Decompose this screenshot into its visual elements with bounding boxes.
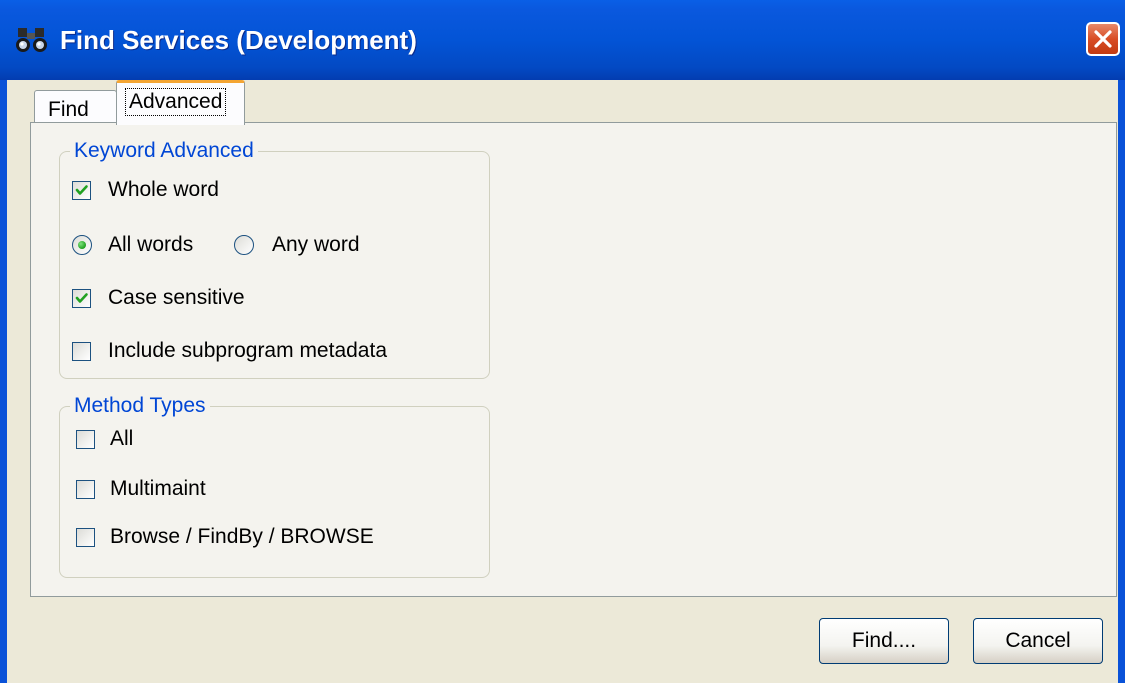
method-all-checkbox[interactable] [76, 430, 95, 449]
window-frame-right [1118, 80, 1125, 683]
multimaint-checkbox[interactable] [76, 480, 95, 499]
window-frame-left [0, 80, 7, 683]
whole-word-checkbox[interactable] [72, 181, 91, 200]
multimaint-label: Multimaint [110, 477, 206, 500]
check-icon [75, 293, 88, 303]
find-services-dialog: Find Services (Development) Find Advance… [0, 0, 1125, 683]
radio-selected-dot [78, 241, 86, 249]
keyword-advanced-legend: Keyword Advanced [70, 136, 258, 166]
case-sensitive-label: Case sensitive [108, 286, 245, 309]
case-sensitive-checkbox[interactable] [72, 289, 91, 308]
any-word-label: Any word [272, 233, 360, 256]
tab-advanced-label: Advanced [125, 88, 227, 116]
method-types-group: Method Types All Multimaint Browse / Fin… [59, 391, 490, 578]
keyword-advanced-group: Keyword Advanced Whole word All words An… [59, 136, 490, 379]
close-icon [1094, 30, 1112, 48]
window-title: Find Services (Development) [60, 25, 417, 55]
all-words-radio[interactable] [72, 235, 92, 255]
include-subprogram-label: Include subprogram metadata [108, 339, 387, 362]
whole-word-label: Whole word [108, 178, 219, 201]
binoculars-icon [14, 24, 50, 56]
find-button[interactable]: Find.... [819, 618, 949, 664]
any-word-radio[interactable] [234, 235, 254, 255]
method-all-label: All [110, 427, 134, 450]
browse-label: Browse / FindBy / BROWSE [110, 525, 374, 548]
tab-find-label: Find [48, 98, 89, 121]
close-button[interactable] [1086, 22, 1120, 56]
include-subprogram-checkbox[interactable] [72, 342, 91, 361]
cancel-button[interactable]: Cancel [973, 618, 1103, 664]
tab-advanced[interactable]: Advanced [116, 80, 245, 125]
browse-checkbox[interactable] [76, 528, 95, 547]
tab-find[interactable]: Find [34, 90, 117, 124]
title-bar[interactable]: Find Services (Development) [0, 0, 1125, 80]
method-types-legend: Method Types [70, 391, 210, 421]
check-icon [75, 185, 88, 195]
advanced-tab-panel: Keyword Advanced Whole word All words An… [30, 122, 1117, 597]
all-words-label: All words [108, 233, 194, 256]
